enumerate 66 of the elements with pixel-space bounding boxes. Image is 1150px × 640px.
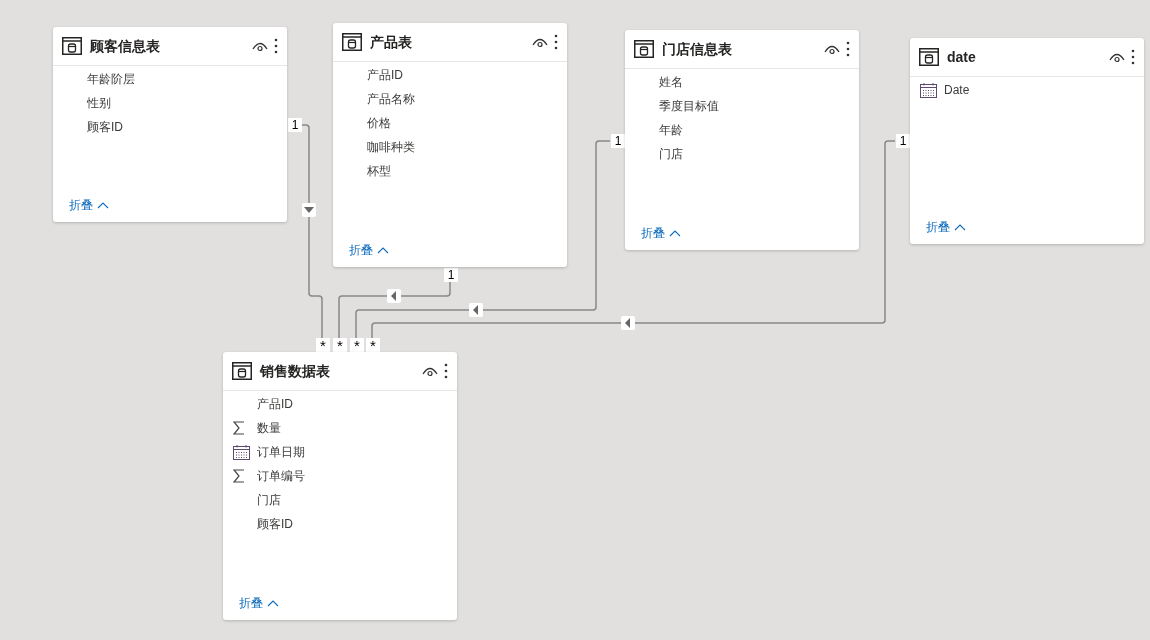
collapse-button[interactable]: 折叠 — [349, 241, 389, 259]
table-card[interactable]: 销售数据表 产品ID 数量 订单日期 订单编号 门店 顾客ID 折叠 — [223, 352, 457, 620]
table-icon — [634, 40, 654, 58]
collapse-button[interactable]: 折叠 — [239, 594, 279, 612]
cardinality-label: 1 — [444, 268, 458, 282]
table-icon — [919, 48, 939, 66]
more-options-icon[interactable] — [846, 41, 850, 57]
table-title: 顾客信息表 — [90, 36, 160, 56]
table-card[interactable]: date Date 折叠 — [910, 38, 1144, 244]
table-title: date — [947, 47, 976, 67]
table-title: 销售数据表 — [260, 361, 330, 381]
field-name[interactable]: 产品ID — [367, 66, 403, 84]
field-name[interactable]: 季度目标值 — [659, 97, 719, 115]
field-name[interactable]: 产品名称 — [367, 90, 415, 108]
collapse-button[interactable]: 折叠 — [69, 196, 109, 214]
eye-icon[interactable] — [422, 365, 438, 377]
table-title: 门店信息表 — [662, 39, 732, 59]
field-name[interactable]: 姓名 — [659, 73, 683, 91]
table-icon — [62, 37, 82, 55]
cardinality-label: * — [316, 338, 330, 352]
table-icon — [342, 33, 362, 51]
more-options-icon[interactable] — [554, 34, 558, 50]
eye-icon[interactable] — [1109, 51, 1125, 63]
table-card[interactable]: 顾客信息表 年龄阶层 性别 顾客ID 折叠 — [53, 27, 287, 222]
calendar-icon — [233, 444, 250, 460]
field-name[interactable]: 价格 — [367, 114, 391, 132]
table-card[interactable]: 门店信息表 姓名 季度目标值 年龄 门店 折叠 — [625, 30, 859, 250]
field-name[interactable]: 顾客ID — [87, 118, 123, 136]
cardinality-label: * — [333, 338, 347, 352]
chevron-up-icon — [267, 599, 279, 607]
cardinality-label: * — [366, 338, 380, 352]
field-name[interactable]: 数量 — [257, 419, 281, 437]
eye-icon[interactable] — [252, 40, 268, 52]
collapse-button[interactable]: 折叠 — [641, 224, 681, 242]
cardinality-label: 1 — [896, 134, 910, 148]
cardinality-label: 1 — [611, 134, 625, 148]
collapse-button[interactable]: 折叠 — [926, 218, 966, 236]
field-name[interactable]: 年龄阶层 — [87, 70, 135, 88]
sigma-icon — [233, 421, 245, 435]
table-card[interactable]: 产品表 产品ID 产品名称 价格 咖啡种类 杯型 折叠 — [333, 23, 567, 267]
field-name[interactable]: 杯型 — [367, 162, 391, 180]
field-name[interactable]: 门店 — [659, 145, 683, 163]
more-options-icon[interactable] — [444, 363, 448, 379]
sigma-icon — [233, 469, 245, 483]
field-name[interactable]: 咖啡种类 — [367, 138, 415, 156]
field-name[interactable]: 产品ID — [257, 395, 293, 413]
cardinality-label: * — [350, 338, 364, 352]
calendar-icon — [920, 82, 937, 98]
table-title: 产品表 — [370, 32, 412, 52]
table-icon — [232, 362, 252, 380]
chevron-up-icon — [377, 246, 389, 254]
chevron-up-icon — [97, 201, 109, 209]
field-name[interactable]: 门店 — [257, 491, 281, 509]
chevron-up-icon — [954, 223, 966, 231]
more-options-icon[interactable] — [1131, 49, 1135, 65]
field-name[interactable]: 性别 — [87, 94, 111, 112]
field-name[interactable]: Date — [944, 81, 970, 99]
field-name[interactable]: 顾客ID — [257, 515, 293, 533]
eye-icon[interactable] — [824, 43, 840, 55]
field-name[interactable]: 年龄 — [659, 121, 683, 139]
field-name[interactable]: 订单日期 — [257, 443, 305, 461]
eye-icon[interactable] — [532, 36, 548, 48]
cardinality-label: 1 — [288, 118, 302, 132]
field-name[interactable]: 订单编号 — [257, 467, 305, 485]
more-options-icon[interactable] — [274, 38, 278, 54]
chevron-up-icon — [669, 229, 681, 237]
